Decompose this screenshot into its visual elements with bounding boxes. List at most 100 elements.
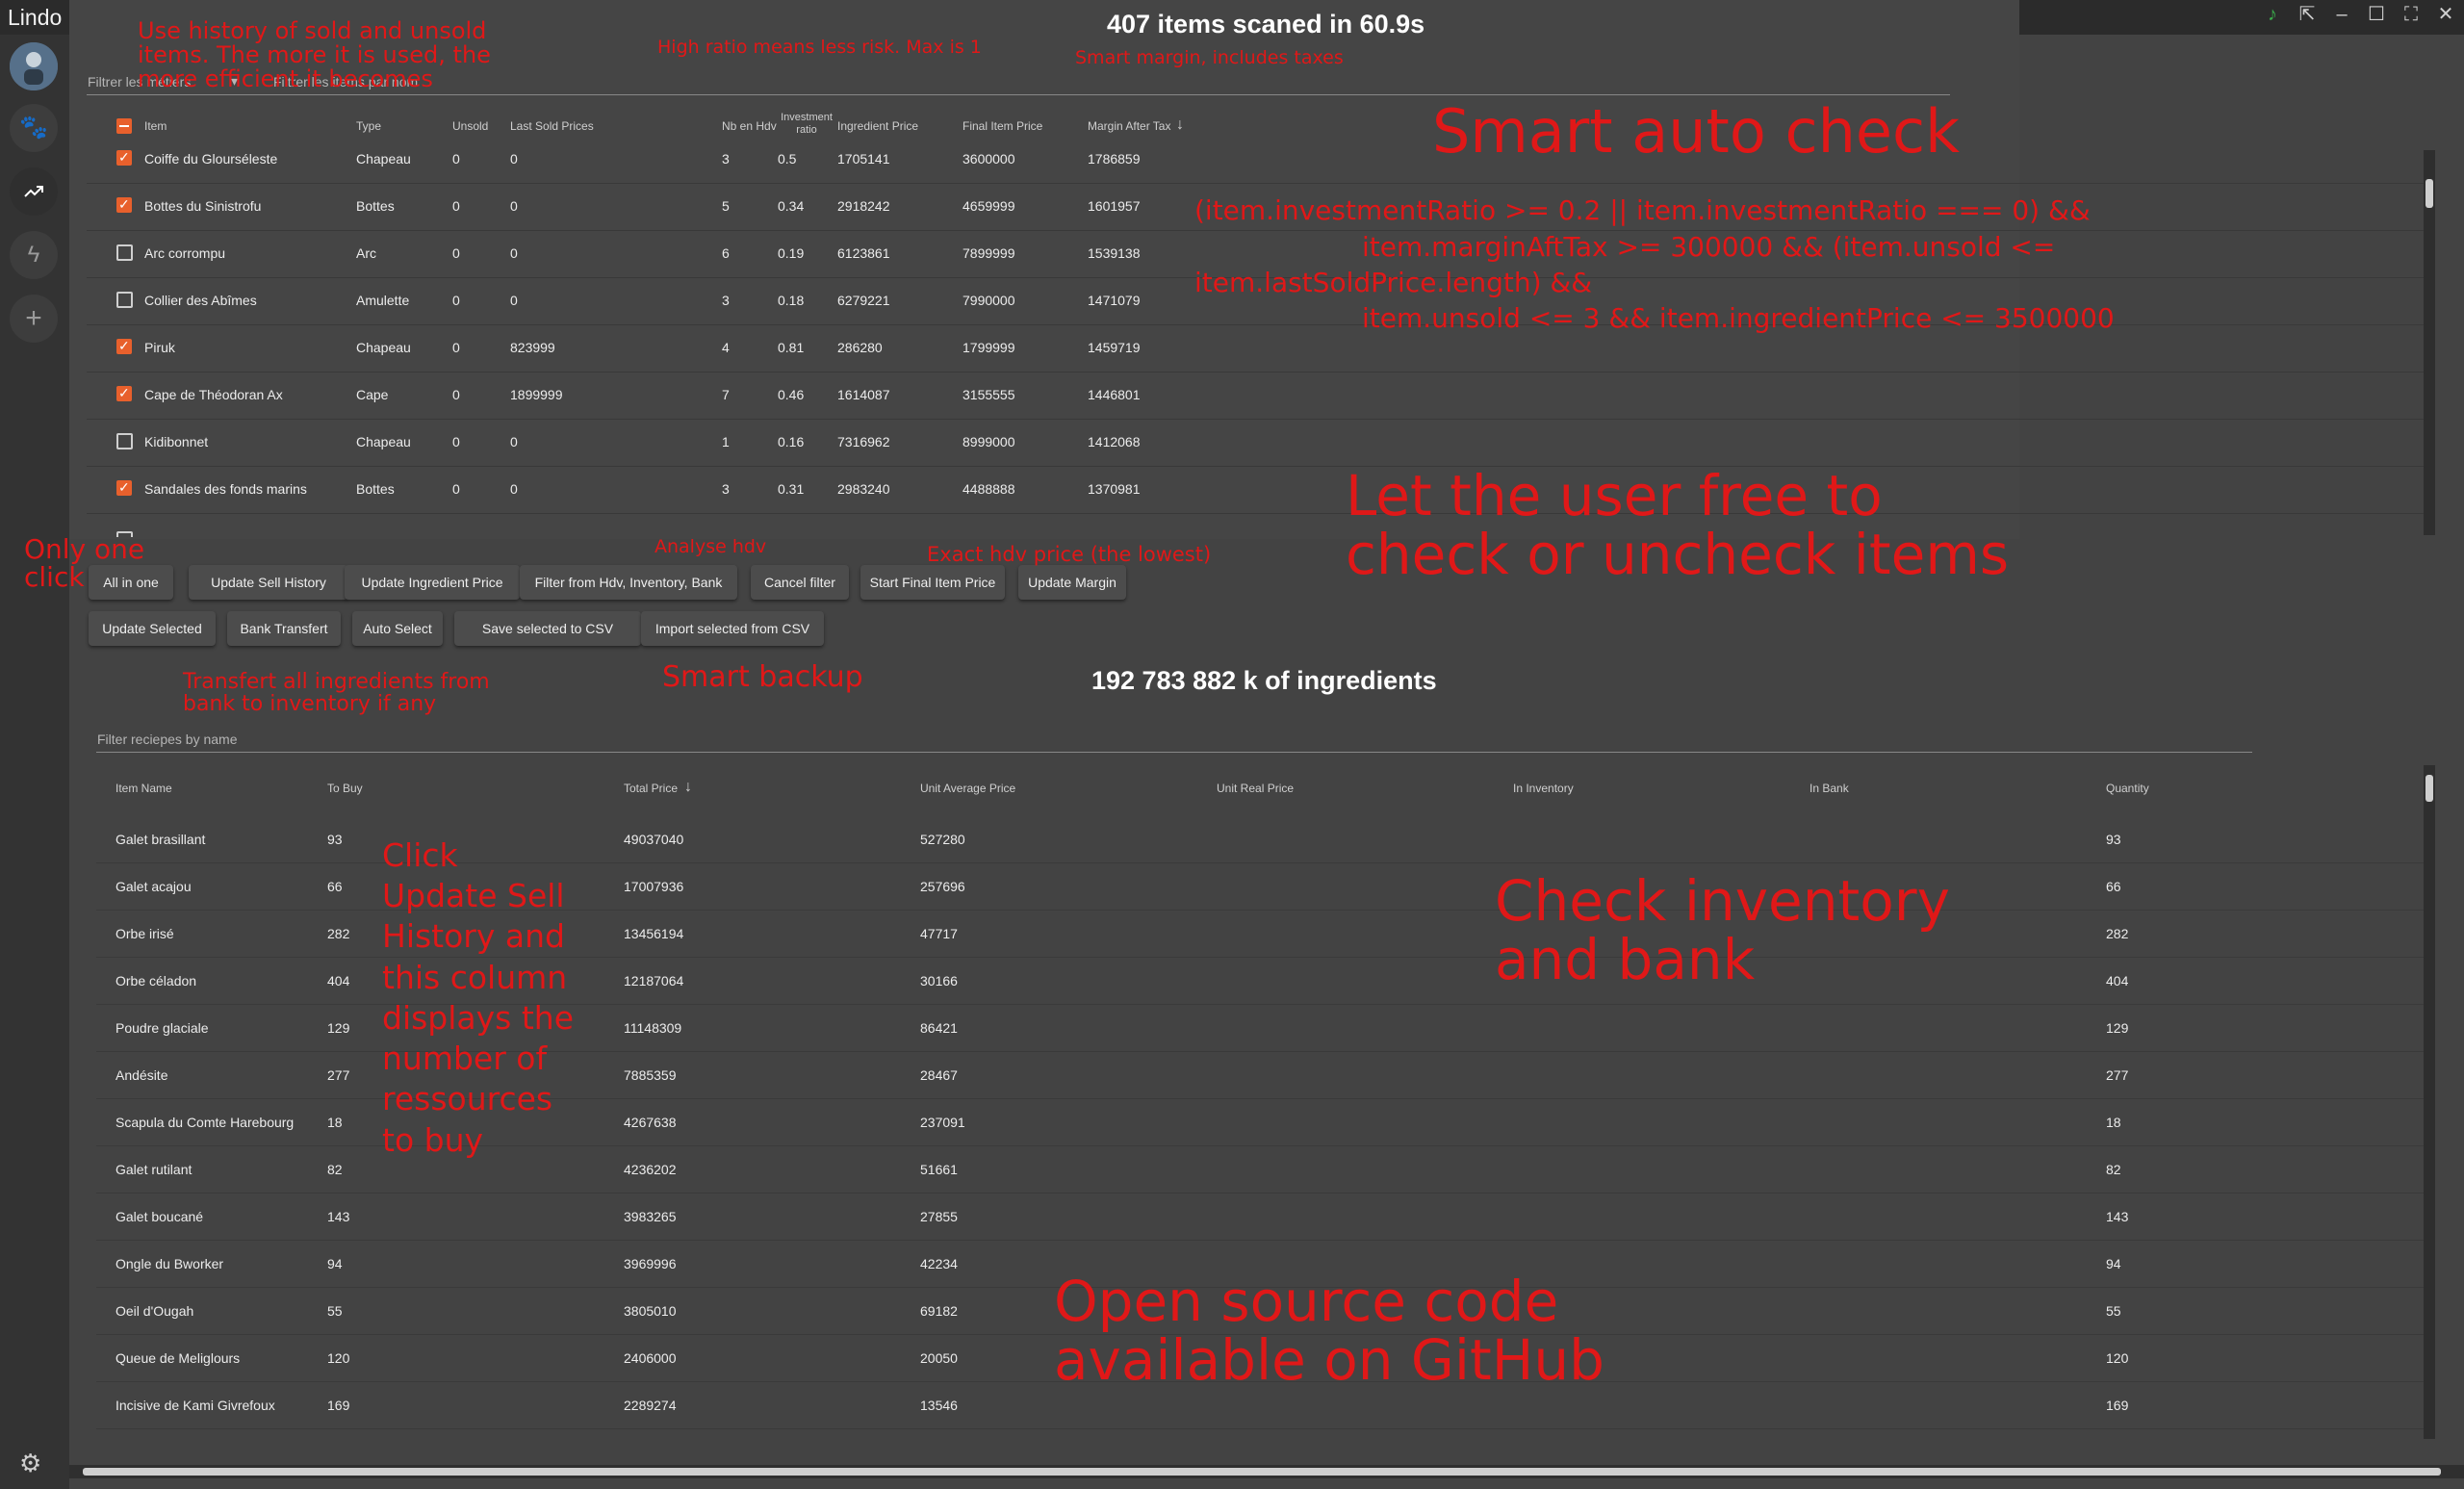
header-to-buy[interactable]: To Buy: [327, 782, 363, 795]
update-ingredient-price-button[interactable]: Update Ingredient Price: [345, 565, 520, 600]
cell-qty: 282: [2106, 926, 2129, 941]
cell-qty: 18: [2106, 1115, 2121, 1130]
cell-unsold: 0: [452, 198, 460, 214]
row-checkbox[interactable]: [116, 479, 132, 496]
annotation-auto-check: Smart auto check: [1432, 96, 1961, 167]
popout-icon[interactable]: ⇱: [2297, 4, 2318, 25]
cell-name: Oeil d'Ougah: [116, 1303, 194, 1319]
cell-margin: 1459719: [1088, 340, 1141, 355]
cell-nb-hdv: 1: [722, 434, 730, 449]
header-in-bank[interactable]: In Bank: [1810, 782, 1849, 795]
cancel-filter-button[interactable]: Cancel filter: [751, 565, 849, 600]
cell-total: 4267638: [624, 1115, 677, 1130]
header-unit-average[interactable]: Unit Average Price: [920, 782, 1015, 795]
row-checkbox[interactable]: [116, 292, 133, 308]
filter-from-hdv-inventory-bank-button[interactable]: Filter from Hdv, Inventory, Bank: [520, 565, 737, 600]
row-checkbox[interactable]: [116, 196, 132, 213]
paw-icon[interactable]: 🐾: [10, 104, 58, 152]
sort-down-icon[interactable]: ↓: [1176, 116, 1184, 134]
table-row[interactable]: Cape de Théodoran Ax Cape 0 1899999 7 0.46 161…: [87, 372, 2431, 420]
add-icon[interactable]: +: [10, 295, 58, 343]
avatar[interactable]: [10, 42, 58, 90]
horizontal-scrollbar-thumb[interactable]: [83, 1468, 2441, 1476]
music-icon[interactable]: ♪: [2262, 4, 2283, 25]
row-checkbox[interactable]: [116, 338, 132, 354]
header-in-inventory[interactable]: In Inventory: [1513, 782, 1574, 795]
cell-item: Cape de Théodoran Ax: [144, 387, 283, 402]
flash-icon[interactable]: ϟ: [10, 231, 58, 279]
cell-qty: 94: [2106, 1256, 2121, 1271]
header-final-price[interactable]: Final Item Price: [962, 119, 1042, 133]
header-unsold[interactable]: Unsold: [452, 119, 488, 133]
items-scrollbar-thumb[interactable]: [2426, 179, 2433, 208]
cell-ratio: 0.18: [778, 293, 805, 308]
horizontal-scrollbar[interactable]: [69, 1465, 2464, 1478]
header-margin[interactable]: Margin After Tax: [1088, 119, 1170, 133]
header-type[interactable]: Type: [356, 119, 381, 133]
select-all-checkbox[interactable]: [116, 118, 132, 134]
header-last-sold[interactable]: Last Sold Prices: [510, 119, 594, 133]
table-row[interactable]: Galet boucané 143 3983265 27855 143: [96, 1194, 2426, 1241]
cell-last-sold: 0: [510, 151, 518, 167]
maximize-icon[interactable]: ☐: [2366, 4, 2387, 25]
cell-to-buy: 143: [327, 1209, 350, 1224]
row-checkbox[interactable]: [116, 244, 133, 261]
bank-transfert-button[interactable]: Bank Transfert: [227, 611, 341, 646]
auto-select-button[interactable]: Auto Select: [352, 611, 443, 646]
update-selected-button[interactable]: Update Selected: [89, 611, 216, 646]
ingredients-scrollbar-thumb[interactable]: [2426, 775, 2433, 802]
trending-up-icon[interactable]: [10, 167, 58, 216]
cell-ratio: 0.19: [778, 245, 805, 261]
sort-down-icon[interactable]: ↓: [684, 779, 692, 796]
recipes-filter[interactable]: Filter reciepes by name: [97, 732, 238, 747]
header-investment-ratio[interactable]: Investment ratio: [780, 112, 834, 137]
start-final-item-price-button[interactable]: Start Final Item Price: [860, 565, 1005, 600]
minimize-icon[interactable]: –: [2331, 4, 2352, 25]
update-sell-history-button[interactable]: Update Sell History: [189, 565, 348, 600]
cell-last-sold: 1899999: [510, 387, 563, 402]
header-unit-real[interactable]: Unit Real Price: [1217, 782, 1294, 795]
table-row[interactable]: Kidibonnet Chapeau 0 0 1 0.16 7316962 8999000 14…: [87, 420, 2431, 467]
cell-unit-avg: 28467: [920, 1067, 958, 1083]
ingredients-scrollbar[interactable]: [2424, 765, 2435, 1439]
annotation-backup: Smart backup: [662, 660, 863, 694]
close-icon[interactable]: ✕: [2435, 4, 2456, 25]
header-quantity[interactable]: Quantity: [2106, 782, 2149, 795]
fullscreen-icon[interactable]: ⛶: [2400, 4, 2422, 25]
import-selected-from-csv-button[interactable]: Import selected from CSV: [641, 611, 824, 646]
gear-icon[interactable]: ⚙: [19, 1449, 41, 1478]
cell-final: 4659999: [962, 198, 1015, 214]
table-row[interactable]: Sandales des fonds marins Bottes 0 0 3 0.31 29…: [87, 467, 2431, 514]
cell-ingredient: 1705141: [837, 151, 890, 167]
header-ingredient-price[interactable]: Ingredient Price: [837, 119, 918, 133]
cell-unit-avg: 69182: [920, 1303, 958, 1319]
header-total-price[interactable]: Total Price: [624, 782, 678, 795]
cell-total: 4236202: [624, 1162, 677, 1177]
header-nb-hdv[interactable]: Nb en Hdv: [722, 119, 777, 133]
cell-type: Bottes: [356, 198, 395, 214]
update-margin-button[interactable]: Update Margin: [1018, 565, 1126, 600]
table-row[interactable]: Coiffe du Glourséleste Chapeau 0 0 3 0.5 17051…: [87, 137, 2431, 184]
items-scrollbar[interactable]: [2424, 150, 2435, 535]
row-checkbox[interactable]: [116, 385, 132, 401]
cell-unsold: 0: [452, 293, 460, 308]
recipes-filter-underline: [96, 752, 2252, 753]
annotation-transfer: Transfert all ingredients from bank to i…: [183, 670, 490, 717]
header-item[interactable]: Item: [144, 119, 167, 133]
row-checkbox[interactable]: [116, 149, 132, 166]
annotation-click-update: Click Update Sell History and this colum…: [382, 836, 575, 1159]
cell-last-sold: 0: [510, 481, 518, 497]
cell-total: 7885359: [624, 1067, 677, 1083]
cell-total: 2406000: [624, 1350, 677, 1366]
header-item-name[interactable]: Item Name: [116, 782, 172, 795]
save-selected-to-csv-button[interactable]: Save selected to CSV: [454, 611, 641, 646]
cell-unit-avg: 20050: [920, 1350, 958, 1366]
cell-unit-avg: 47717: [920, 926, 958, 941]
cell-ingredient: 1614087: [837, 387, 890, 402]
cell-to-buy: 169: [327, 1398, 350, 1413]
cell-to-buy: 93: [327, 832, 343, 847]
cell-ingredient: 2983240: [837, 481, 890, 497]
cell-name: Orbe céladon: [116, 973, 197, 988]
cell-nb-hdv: 6: [722, 245, 730, 261]
row-checkbox[interactable]: [116, 433, 133, 449]
